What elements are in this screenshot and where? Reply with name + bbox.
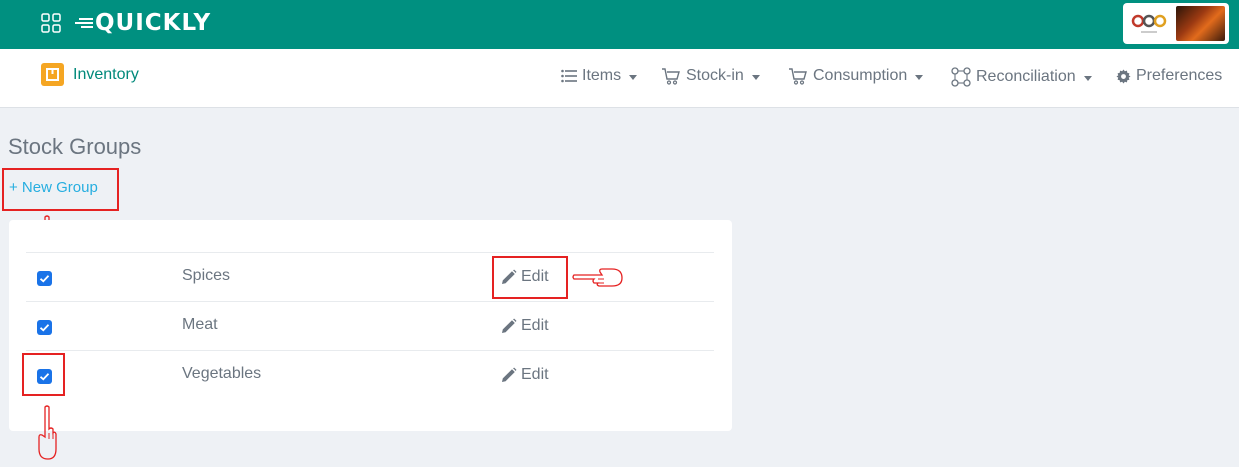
nav-items-label: Items: [582, 67, 622, 84]
chevron-down-icon: [629, 74, 638, 80]
nodes-icon: [951, 67, 971, 87]
nav-consumption-label: Consumption: [813, 67, 908, 84]
cart-icon: [662, 68, 680, 85]
chevron-down-icon: [1083, 75, 1092, 81]
nav-consumption-menu[interactable]: Consumption: [788, 67, 924, 85]
restaurant-photo: [1176, 6, 1225, 41]
top-bar: QUICKLY: [0, 0, 1239, 49]
table-row: Vegetables Edit: [26, 350, 714, 399]
pointing-hand-left-icon: [572, 268, 623, 287]
nav-reconciliation-label: Reconciliation: [976, 68, 1076, 85]
app-name: QUICKLY: [95, 10, 212, 36]
pencil-icon: [502, 367, 517, 382]
nav-stock-in-menu[interactable]: Stock-in: [661, 67, 760, 85]
nav-preferences-link[interactable]: Preferences: [1116, 67, 1222, 85]
stock-groups-card: Spices Edit Meat Edit Vegetables Edit: [9, 220, 732, 431]
nav-items-menu[interactable]: Items: [561, 67, 638, 85]
nav-reconciliation-menu[interactable]: Reconciliation: [951, 67, 1092, 87]
group-name: Spices: [182, 267, 231, 284]
group-name: Vegetables: [182, 365, 262, 382]
group-name: Meat: [182, 316, 218, 333]
highlight-box-edit: [492, 256, 568, 299]
inventory-icon: [41, 63, 64, 86]
apps-grid-icon[interactable]: [41, 13, 61, 33]
edit-label: Edit: [521, 366, 549, 383]
module-navbar: Inventory Items Stock-in Consumption Rec…: [0, 49, 1239, 108]
inventory-module-link[interactable]: Inventory: [73, 66, 139, 84]
pencil-icon: [502, 318, 517, 333]
pointing-hand-up-icon: [38, 405, 57, 460]
page-title: Stock Groups: [8, 134, 142, 159]
speed-lines-icon: [75, 18, 93, 28]
gear-icon: [1116, 68, 1131, 84]
highlight-box-new-group: [2, 168, 119, 211]
edit-label: Edit: [521, 317, 549, 334]
app-logo[interactable]: QUICKLY: [75, 8, 211, 38]
edit-group-button[interactable]: Edit: [501, 317, 549, 335]
restaurant-brand[interactable]: [1123, 3, 1229, 44]
nav-stock-in-label: Stock-in: [686, 67, 744, 84]
brand-logo-icon: [1131, 14, 1167, 33]
chevron-down-icon: [751, 74, 760, 80]
chevron-down-icon: [915, 74, 924, 80]
group-checkbox[interactable]: [37, 271, 52, 286]
nav-preferences-label: Preferences: [1136, 67, 1223, 84]
highlight-box-checkbox: [22, 353, 65, 396]
cart-icon: [789, 68, 807, 85]
edit-group-button[interactable]: Edit: [501, 366, 549, 384]
table-row: Meat Edit: [26, 301, 714, 350]
list-icon: [561, 69, 577, 83]
group-checkbox[interactable]: [37, 320, 52, 335]
